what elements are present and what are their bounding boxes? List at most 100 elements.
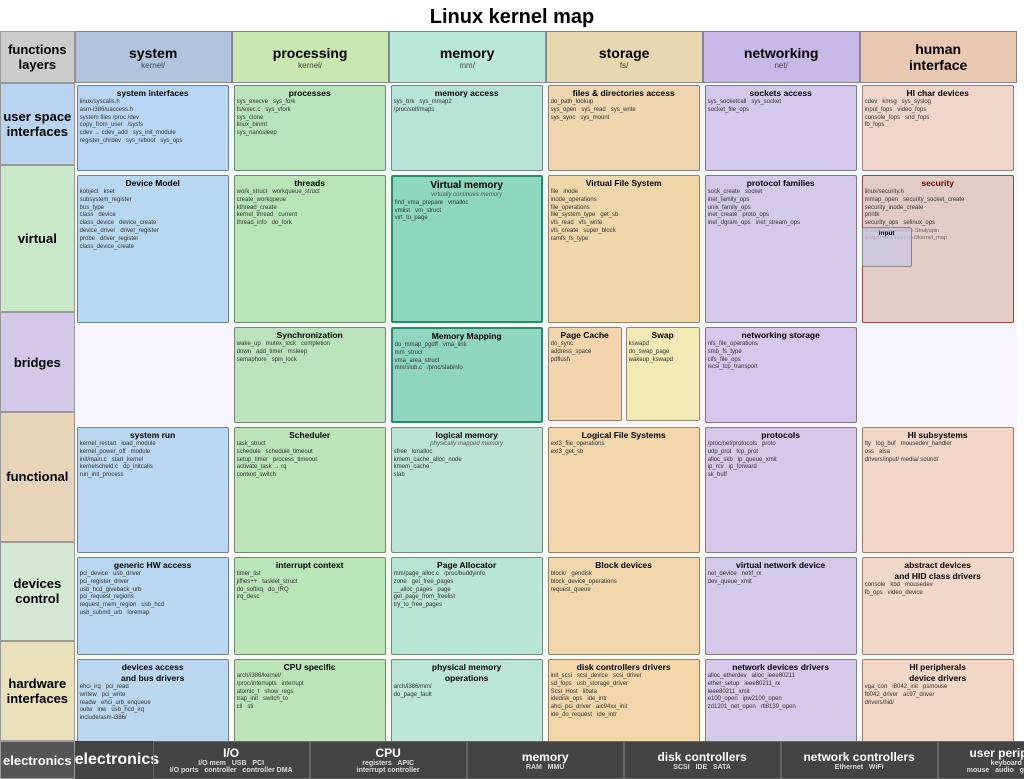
protocol-families-block: protocol families sock_create socket ine…	[705, 175, 857, 323]
threads-title: threads	[237, 178, 383, 189]
page-wrapper: Linux kernel map functionslayers user sp…	[0, 0, 1024, 779]
vfs-block: Virtual File System file inode inode_ope…	[548, 175, 700, 323]
memory-column-header: memory mm/	[389, 31, 546, 83]
sockets-access-block: sockets access sys_socketcall sys_socket…	[705, 85, 857, 171]
page-title: Linux kernel map	[0, 0, 1024, 31]
cpu-specific-title: CPU specific	[237, 662, 383, 673]
vm-subtitle: virtually continues memory	[395, 192, 539, 200]
hi-peripherals-block: HI peripheralsdevice drivers vga_con i80…	[862, 659, 1014, 741]
system-label: system	[129, 45, 177, 61]
memory-mapping-title: Memory Mapping	[395, 331, 539, 342]
cpu-specific-block: CPU specific arch/i386/kernel/ /proc/int…	[234, 659, 386, 741]
bridges-zone-bg	[75, 325, 1017, 425]
storage-label: storage	[599, 45, 650, 61]
bridges-layer: bridges	[0, 312, 75, 412]
system-run-title: system run	[80, 430, 226, 441]
system-interfaces-title: system interfaces	[80, 88, 226, 99]
sync-block: Synchronization wake_up mutex_lock compl…	[234, 327, 386, 423]
hi-peripherals-title: HI peripheralsdevice drivers	[865, 662, 1011, 684]
sockets-access-title: sockets access	[708, 88, 854, 99]
functional-layer: functional	[0, 412, 75, 542]
processes-title: processes	[237, 88, 383, 99]
page-cache-title: Page Cache	[551, 330, 619, 341]
networking-column-header: networking net/	[703, 31, 860, 83]
hi-char-block: HI char devices cdev kmsg sys_syslog inp…	[862, 85, 1014, 171]
elec-disk-label: disk controllers	[657, 750, 746, 764]
column-headers: system kernel/ processing kernel/ memory…	[75, 31, 1024, 83]
processing-column-header: processing kernel/	[232, 31, 389, 83]
network-devices-title: network devices drivers	[708, 662, 854, 673]
devices-bus-title: devices accessand bus drivers	[80, 662, 226, 684]
elec-io: I/O I/O mem USB PCI I/O ports controller…	[153, 741, 310, 779]
logical-fs-title: Logical File Systems	[551, 430, 697, 441]
elec-cpu-label: CPU	[375, 746, 400, 760]
electronics-layer: electronics	[0, 741, 75, 779]
files-dirs-block: files & directories access do_path_looku…	[548, 85, 700, 171]
elec-memory: memory RAM MMU	[467, 741, 624, 779]
protocol-families-title: protocol families	[708, 178, 854, 189]
logical-memory-block: logical memory physically mapped memory …	[391, 427, 543, 553]
memory-path: mm/	[459, 61, 475, 70]
human-interface-label: humaninterface	[909, 41, 967, 73]
scheduler-title: Scheduler	[237, 430, 383, 441]
functions-label: functions	[8, 42, 67, 57]
layers-column: functionslayers user spaceinterfaces vir…	[0, 31, 75, 779]
system-run-block: system run kernel_restart load_module ke…	[77, 427, 229, 553]
hardware-layer: hardwareinterfaces	[0, 641, 75, 741]
virtual-layer: virtual	[0, 165, 75, 313]
memory-label: memory	[440, 45, 494, 61]
elec-cpu: CPU registers APIC interrupt controller	[310, 741, 467, 779]
electronics-cells: I/O I/O mem USB PCI I/O ports controller…	[153, 741, 1024, 779]
electronics-label: electronics	[75, 751, 153, 769]
devices-control-layer: devicescontrol	[0, 542, 75, 642]
virtual-network-block: virtual network device net_device netif_…	[705, 557, 857, 655]
user-space-layer: user spaceinterfaces	[0, 83, 75, 165]
interrupt-title: interrupt context	[237, 560, 383, 571]
memory-mapping-block: Memory Mapping do_mmap_pgoff vma_link mm…	[391, 327, 543, 423]
system-path: kernel/	[141, 61, 165, 70]
logical-memory-title: logical memory	[394, 430, 540, 441]
hi-subsystems-block: HI subsystems tty log_buf mousedev_handl…	[862, 427, 1014, 553]
elec-io-label: I/O	[223, 746, 239, 760]
processing-path: kernel/	[298, 61, 322, 70]
interrupt-block: interrupt context timer_list jiffies++ t…	[234, 557, 386, 655]
page-allocator-title: Page Allocator	[394, 560, 540, 571]
disk-controllers-title: disk controllers drivers	[551, 662, 697, 673]
generic-hw-title: generic HW access	[80, 560, 226, 571]
physical-memory-block: physical memoryoperations arch/i386/mm/ …	[391, 659, 543, 741]
vfs-title: Virtual File System	[551, 178, 697, 189]
physical-memory-title: physical memoryoperations	[394, 662, 540, 684]
page-cache-block: Page Cache do_sync address_space pdflush	[548, 327, 622, 421]
storage-column-header: storage fs/	[546, 31, 703, 83]
page-allocator-block: Page Allocator mm/page_alloc.c /proc/bud…	[391, 557, 543, 655]
elec-peripherals: user peripherals keyboard cam mouse audi…	[938, 741, 1024, 779]
elec-disk: disk controllers SCSI IDE SATA	[624, 741, 781, 779]
memory-access-title: memory access	[394, 88, 540, 99]
processes-block: processes sys_execve sys_fork fs/exec.c …	[234, 85, 386, 171]
abstract-hid-title: abstract devicesand HID class drivers	[865, 560, 1011, 582]
layers-label: layers	[19, 57, 57, 72]
logical-fs-block: Logical File Systems ext3_file_operation…	[548, 427, 700, 553]
main-container: functionslayers user spaceinterfaces vir…	[0, 31, 1024, 779]
virtual-memory-title: Virtual memory	[395, 179, 539, 192]
swap-block: Swap kswapd do_swap_page wakeup_kswapd	[626, 327, 700, 421]
networking-label: networking	[744, 45, 819, 61]
sync-title: Synchronization	[237, 330, 383, 341]
device-model-block: Device Model kobject kset subsystem_regi…	[77, 175, 229, 323]
abstract-hid-block: abstract devicesand HID class drivers co…	[862, 557, 1014, 655]
processing-label: processing	[273, 45, 348, 61]
memory-access-block: memory access sys_brk sys_mmap2 /proc/se…	[391, 85, 543, 171]
lm-subtitle: physically mapped memory	[394, 441, 540, 449]
functions-layers-header: functionslayers	[0, 31, 75, 83]
elec-peripherals-label: user peripherals	[969, 746, 1024, 760]
elec-network-label: network controllers	[803, 750, 914, 764]
human-interface-column-header: humaninterface	[860, 31, 1017, 83]
elec-memory-label: memory	[522, 750, 569, 764]
block-devices-title: Block devices	[551, 560, 697, 571]
system-interfaces-block: system interfaces linux/syscalls.h asm-i…	[77, 85, 229, 171]
swap-title: Swap	[629, 330, 697, 341]
electronics-row: electronics I/O I/O mem USB PCI I/O port…	[75, 741, 1024, 779]
disk-controllers-block: disk controllers drivers init_scsi scsi_…	[548, 659, 700, 741]
files-dirs-title: files & directories access	[551, 88, 697, 99]
device-model-title: Device Model	[80, 178, 226, 189]
